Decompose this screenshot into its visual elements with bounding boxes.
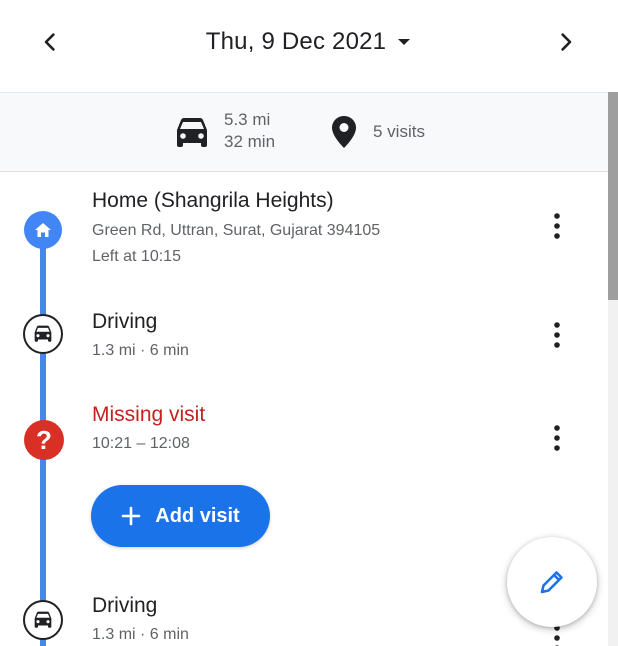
edit-fab[interactable] <box>507 537 597 627</box>
add-visit-label: Add visit <box>155 504 240 527</box>
scrollbar-thumb[interactable] <box>608 92 618 300</box>
summary-distance-time: 5.3 mi 32 min <box>224 109 275 153</box>
more-vert-icon <box>554 625 560 646</box>
missing-visit-more-button[interactable] <box>545 422 569 454</box>
day-summary: 5.3 mi 32 min 5 visits <box>0 92 608 172</box>
driving-detail: 1.3 mi · 6 min <box>92 342 189 359</box>
home-title[interactable]: Home (Shangrila Heights) <box>92 189 334 213</box>
driving-detail: 1.3 mi · 6 min <box>92 626 189 643</box>
pencil-icon <box>540 571 563 594</box>
date-selector[interactable]: Thu, 9 Dec 2021 <box>206 28 412 56</box>
summary-distance: 5.3 mi <box>224 110 271 129</box>
home-icon <box>35 223 51 237</box>
more-vert-icon <box>554 322 560 348</box>
more-vert-icon <box>554 425 560 451</box>
car-icon <box>34 611 52 628</box>
driving-title[interactable]: Driving <box>92 310 157 334</box>
place-icon <box>332 116 356 148</box>
missing-visit-node: ? <box>24 420 64 460</box>
help-icon: ? <box>36 424 52 455</box>
car-icon <box>34 325 52 342</box>
date-header: Thu, 9 Dec 2021 <box>0 0 618 84</box>
app-header: Thu, 9 Dec 2021 <box>0 0 618 92</box>
caret-down-icon <box>398 39 411 45</box>
home-left-time: Left at 10:15 <box>92 248 181 265</box>
summary-duration: 32 min <box>224 132 276 151</box>
missing-visit-time: 10:21 – 12:08 <box>92 435 190 452</box>
more-vert-icon <box>554 213 560 239</box>
home-more-button[interactable] <box>545 210 569 242</box>
plus-icon <box>121 506 141 526</box>
next-day-button[interactable] <box>546 22 586 62</box>
date-label: Thu, 9 Dec 2021 <box>205 28 387 55</box>
scrollbar[interactable] <box>608 92 618 646</box>
add-visit-button[interactable]: Add visit <box>91 485 270 547</box>
chevron-right-icon <box>561 33 572 51</box>
driving-title[interactable]: Driving <box>92 594 157 618</box>
driving-more-button[interactable] <box>545 319 569 351</box>
home-address: Green Rd, Uttran, Surat, Gujarat 394105 <box>92 222 381 239</box>
summary-visits: 5 visits <box>373 122 425 141</box>
car-icon <box>177 118 207 147</box>
driving-node <box>23 314 63 354</box>
home-node <box>24 211 62 249</box>
driving-node <box>23 600 63 640</box>
missing-visit-title[interactable]: Missing visit <box>92 403 205 427</box>
